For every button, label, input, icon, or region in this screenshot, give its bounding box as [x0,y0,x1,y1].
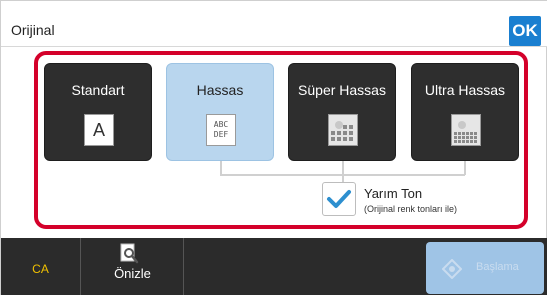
mode-button-ultra-hassas[interactable]: Ultra Hassas [411,63,519,161]
page-title: Orijinal [11,22,55,38]
start-diamond-icon [442,259,462,279]
ca-label: CA [32,262,49,276]
halftone-label: Yarım Ton [364,186,423,201]
ca-button[interactable]: CA [1,238,81,295]
mode-label: Ultra Hassas [424,82,506,98]
start-label: Başlama [476,261,519,273]
mode-button-standart[interactable]: Standart A [44,63,152,161]
copy-original-screen: Orijinal OK Standart A Hassas ABC DEF Sü… [0,0,547,295]
halftone-checkbox[interactable] [322,182,356,216]
mode-button-hassas[interactable]: Hassas ABC DEF [166,63,274,161]
photo-grid-icon [328,114,358,146]
connector-line [464,161,466,175]
abc-def-icon: ABC DEF [206,114,236,146]
preview-button[interactable]: Önizle [82,238,184,295]
start-button[interactable]: Başlama [426,242,544,294]
mode-label: Standart [71,82,125,98]
halftone-sublabel: (Orijinal renk tonları ile) [364,204,458,214]
ok-button[interactable]: OK [509,16,541,46]
letter-a-icon: A [84,114,114,146]
connector-line [342,161,344,183]
magnifier-icon [120,243,139,264]
connector-line [220,161,222,175]
mode-label: Hassas [196,82,244,98]
checkmark-icon [327,190,351,208]
mode-label: Süper Hassas [298,82,386,98]
mode-button-super-hassas[interactable]: Süper Hassas [288,63,396,161]
header-bar: Orijinal OK [1,1,547,47]
preview-label: Önizle [114,266,151,281]
photo-grid-icon [451,114,481,146]
